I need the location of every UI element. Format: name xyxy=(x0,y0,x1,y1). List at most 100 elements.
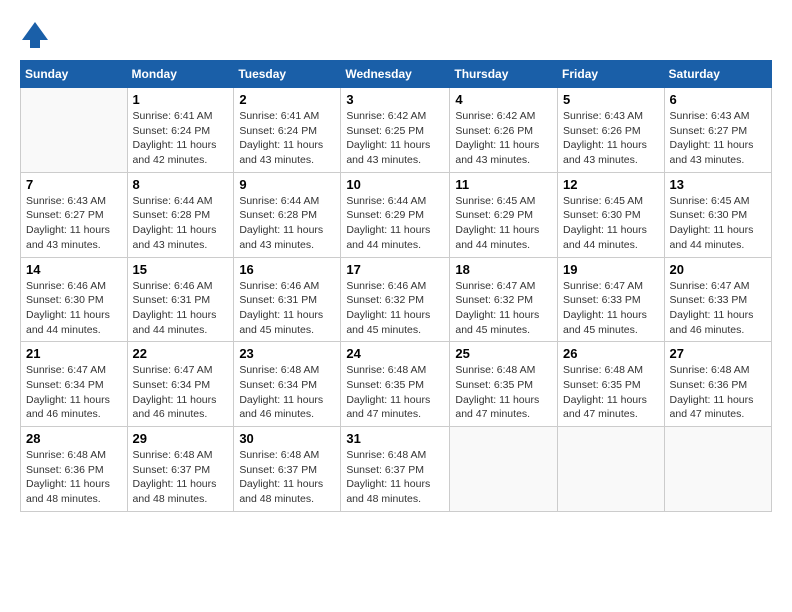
day-info: Sunrise: 6:46 AMSunset: 6:30 PMDaylight:… xyxy=(26,279,122,338)
day-number: 20 xyxy=(670,262,766,277)
day-info: Sunrise: 6:41 AMSunset: 6:24 PMDaylight:… xyxy=(133,109,229,168)
calendar-cell xyxy=(664,427,771,512)
day-info: Sunrise: 6:42 AMSunset: 6:25 PMDaylight:… xyxy=(346,109,444,168)
calendar-week-row: 28 Sunrise: 6:48 AMSunset: 6:36 PMDayligh… xyxy=(21,427,772,512)
day-info: Sunrise: 6:47 AMSunset: 6:33 PMDaylight:… xyxy=(670,279,766,338)
calendar-cell: 26 Sunrise: 6:48 AMSunset: 6:35 PMDayligh… xyxy=(558,342,665,427)
calendar-cell xyxy=(558,427,665,512)
calendar-header-row: SundayMondayTuesdayWednesdayThursdayFrid… xyxy=(21,61,772,88)
day-info: Sunrise: 6:41 AMSunset: 6:24 PMDaylight:… xyxy=(239,109,335,168)
day-number: 30 xyxy=(239,431,335,446)
day-info: Sunrise: 6:47 AMSunset: 6:34 PMDaylight:… xyxy=(26,363,122,422)
calendar-cell: 14 Sunrise: 6:46 AMSunset: 6:30 PMDayligh… xyxy=(21,257,128,342)
day-number: 8 xyxy=(133,177,229,192)
calendar-cell: 7 Sunrise: 6:43 AMSunset: 6:27 PMDaylight… xyxy=(21,172,128,257)
day-info: Sunrise: 6:46 AMSunset: 6:31 PMDaylight:… xyxy=(239,279,335,338)
calendar-cell: 30Sunrise: 6:48 AMSunset: 6:37 PMDayligh… xyxy=(234,427,341,512)
calendar-week-row: 21 Sunrise: 6:47 AMSunset: 6:34 PMDayligh… xyxy=(21,342,772,427)
calendar-cell: 2 Sunrise: 6:41 AMSunset: 6:24 PMDaylight… xyxy=(234,88,341,173)
day-number: 3 xyxy=(346,92,444,107)
day-number: 22 xyxy=(133,346,229,361)
calendar-cell: 28 Sunrise: 6:48 AMSunset: 6:36 PMDayligh… xyxy=(21,427,128,512)
day-info: Sunrise: 6:43 AMSunset: 6:27 PMDaylight:… xyxy=(670,109,766,168)
calendar-cell: 17 Sunrise: 6:46 AMSunset: 6:32 PMDayligh… xyxy=(341,257,450,342)
day-number: 4 xyxy=(455,92,552,107)
calendar-cell: 16 Sunrise: 6:46 AMSunset: 6:31 PMDayligh… xyxy=(234,257,341,342)
calendar-cell: 31 Sunrise: 6:48 AMSunset: 6:37 PMDayligh… xyxy=(341,427,450,512)
day-info: Sunrise: 6:47 AMSunset: 6:33 PMDaylight:… xyxy=(563,279,659,338)
day-info: Sunrise: 6:48 AMSunset: 6:34 PMDaylight:… xyxy=(239,363,335,422)
day-info: Sunrise: 6:48 AMSunset: 6:35 PMDaylight:… xyxy=(563,363,659,422)
calendar-week-row: 7 Sunrise: 6:43 AMSunset: 6:27 PMDaylight… xyxy=(21,172,772,257)
day-info: Sunrise: 6:48 AMSunset: 6:36 PMDaylight:… xyxy=(670,363,766,422)
day-header-thursday: Thursday xyxy=(450,61,558,88)
calendar-cell: 8 Sunrise: 6:44 AMSunset: 6:28 PMDaylight… xyxy=(127,172,234,257)
day-number: 27 xyxy=(670,346,766,361)
day-number: 5 xyxy=(563,92,659,107)
calendar-cell: 4Sunrise: 6:42 AMSunset: 6:26 PMDaylight… xyxy=(450,88,558,173)
calendar-cell: 22 Sunrise: 6:47 AMSunset: 6:34 PMDayligh… xyxy=(127,342,234,427)
day-number: 15 xyxy=(133,262,229,277)
day-info: Sunrise: 6:45 AMSunset: 6:30 PMDaylight:… xyxy=(563,194,659,253)
day-number: 1 xyxy=(133,92,229,107)
day-header-monday: Monday xyxy=(127,61,234,88)
calendar-cell: 18 Sunrise: 6:47 AMSunset: 6:32 PMDayligh… xyxy=(450,257,558,342)
day-info: Sunrise: 6:45 AMSunset: 6:30 PMDaylight:… xyxy=(670,194,766,253)
day-header-friday: Friday xyxy=(558,61,665,88)
day-info: Sunrise: 6:48 AMSunset: 6:35 PMDaylight:… xyxy=(346,363,444,422)
day-number: 29 xyxy=(133,431,229,446)
calendar-cell: 5Sunrise: 6:43 AMSunset: 6:26 PMDaylight… xyxy=(558,88,665,173)
calendar-cell: 25 Sunrise: 6:48 AMSunset: 6:35 PMDayligh… xyxy=(450,342,558,427)
calendar-cell: 29 Sunrise: 6:48 AMSunset: 6:37 PMDayligh… xyxy=(127,427,234,512)
day-info: Sunrise: 6:48 AMSunset: 6:37 PMDaylight:… xyxy=(346,448,444,507)
calendar-cell: 1 Sunrise: 6:41 AMSunset: 6:24 PMDaylight… xyxy=(127,88,234,173)
day-number: 25 xyxy=(455,346,552,361)
day-header-sunday: Sunday xyxy=(21,61,128,88)
day-number: 23 xyxy=(239,346,335,361)
day-info: Sunrise: 6:47 AMSunset: 6:32 PMDaylight:… xyxy=(455,279,552,338)
day-number: 10 xyxy=(346,177,444,192)
day-header-saturday: Saturday xyxy=(664,61,771,88)
calendar-cell: 3 Sunrise: 6:42 AMSunset: 6:25 PMDaylight… xyxy=(341,88,450,173)
day-number: 11 xyxy=(455,177,552,192)
day-number: 2 xyxy=(239,92,335,107)
day-info: Sunrise: 6:45 AMSunset: 6:29 PMDaylight:… xyxy=(455,194,552,253)
day-number: 31 xyxy=(346,431,444,446)
day-number: 16 xyxy=(239,262,335,277)
calendar-cell: 11 Sunrise: 6:45 AMSunset: 6:29 PMDayligh… xyxy=(450,172,558,257)
day-number: 28 xyxy=(26,431,122,446)
calendar-cell: 6 Sunrise: 6:43 AMSunset: 6:27 PMDaylight… xyxy=(664,88,771,173)
day-number: 17 xyxy=(346,262,444,277)
calendar-table: SundayMondayTuesdayWednesdayThursdayFrid… xyxy=(20,60,772,512)
calendar-cell: 21 Sunrise: 6:47 AMSunset: 6:34 PMDayligh… xyxy=(21,342,128,427)
calendar-cell: 9Sunrise: 6:44 AMSunset: 6:28 PMDaylight… xyxy=(234,172,341,257)
day-info: Sunrise: 6:44 AMSunset: 6:28 PMDaylight:… xyxy=(133,194,229,253)
day-info: Sunrise: 6:43 AMSunset: 6:27 PMDaylight:… xyxy=(26,194,122,253)
day-header-wednesday: Wednesday xyxy=(341,61,450,88)
day-info: Sunrise: 6:48 AMSunset: 6:35 PMDaylight:… xyxy=(455,363,552,422)
day-info: Sunrise: 6:47 AMSunset: 6:34 PMDaylight:… xyxy=(133,363,229,422)
day-number: 6 xyxy=(670,92,766,107)
calendar-week-row: 14 Sunrise: 6:46 AMSunset: 6:30 PMDayligh… xyxy=(21,257,772,342)
day-number: 14 xyxy=(26,262,122,277)
day-info: Sunrise: 6:48 AMSunset: 6:36 PMDaylight:… xyxy=(26,448,122,507)
calendar-cell: 19Sunrise: 6:47 AMSunset: 6:33 PMDayligh… xyxy=(558,257,665,342)
logo xyxy=(20,20,54,50)
calendar-cell: 15Sunrise: 6:46 AMSunset: 6:31 PMDayligh… xyxy=(127,257,234,342)
day-number: 7 xyxy=(26,177,122,192)
day-number: 9 xyxy=(239,177,335,192)
calendar-cell xyxy=(450,427,558,512)
day-header-tuesday: Tuesday xyxy=(234,61,341,88)
day-info: Sunrise: 6:46 AMSunset: 6:32 PMDaylight:… xyxy=(346,279,444,338)
day-number: 21 xyxy=(26,346,122,361)
calendar-cell: 23 Sunrise: 6:48 AMSunset: 6:34 PMDayligh… xyxy=(234,342,341,427)
day-number: 26 xyxy=(563,346,659,361)
day-number: 13 xyxy=(670,177,766,192)
calendar-cell: 24Sunrise: 6:48 AMSunset: 6:35 PMDayligh… xyxy=(341,342,450,427)
day-info: Sunrise: 6:48 AMSunset: 6:37 PMDaylight:… xyxy=(133,448,229,507)
logo-icon xyxy=(20,20,50,50)
day-number: 18 xyxy=(455,262,552,277)
calendar-cell: 10Sunrise: 6:44 AMSunset: 6:29 PMDayligh… xyxy=(341,172,450,257)
day-number: 12 xyxy=(563,177,659,192)
calendar-cell: 12 Sunrise: 6:45 AMSunset: 6:30 PMDayligh… xyxy=(558,172,665,257)
